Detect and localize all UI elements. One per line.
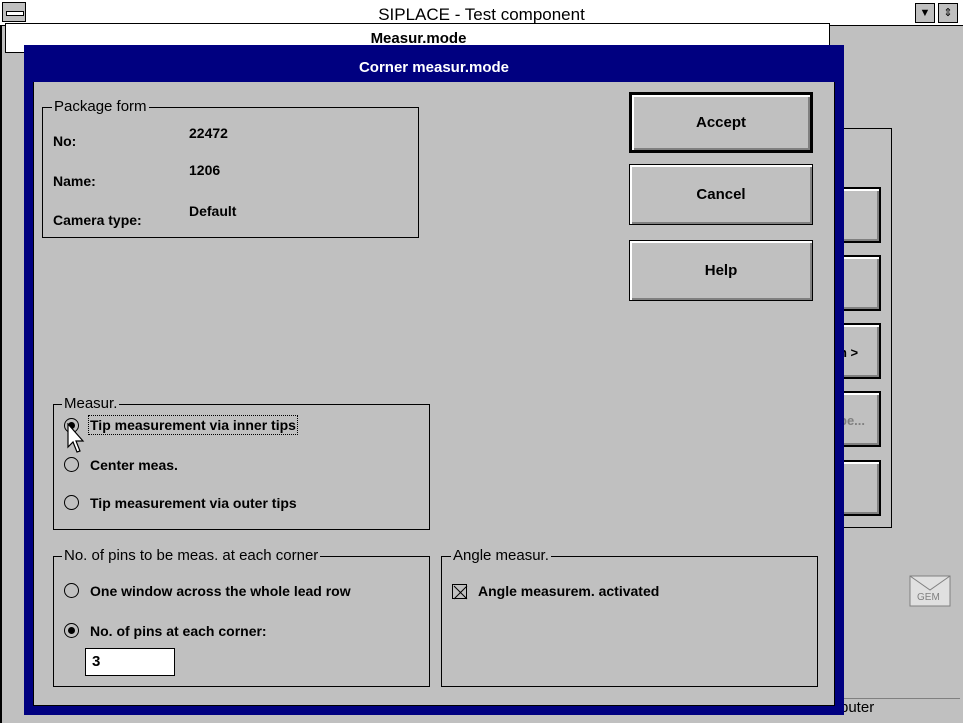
pins-count-input[interactable]: 3	[85, 648, 175, 676]
accept-button[interactable]: Accept	[629, 92, 813, 153]
angle-checkbox-label[interactable]: Angle measurem. activated	[478, 583, 659, 599]
camera-type-value: Default	[189, 203, 237, 219]
mail-icon-label: GEM	[917, 592, 940, 603]
no-label: No:	[53, 133, 77, 149]
name-label: Name:	[53, 173, 96, 189]
pins-per-corner-label[interactable]: No. of pins at each corner:	[90, 623, 267, 639]
name-value: 1206	[189, 162, 221, 178]
system-menu-icon[interactable]	[2, 2, 26, 22]
camera-type-label: Camera type:	[53, 212, 142, 228]
help-button[interactable]: Help	[629, 240, 813, 301]
restore-arrows-icon[interactable]: ⇕	[938, 3, 958, 23]
outer-tips-label[interactable]: Tip measurement via outer tips	[90, 495, 297, 511]
inner-tips-label[interactable]: Tip measurement via inner tips	[88, 415, 298, 435]
center-meas-label[interactable]: Center meas.	[90, 457, 178, 473]
outer-tips-radio[interactable]	[64, 495, 79, 510]
one-window-radio[interactable]	[64, 583, 79, 598]
pins-per-corner-radio[interactable]	[64, 623, 79, 638]
dialog-title: Corner measur.mode	[358, 59, 510, 76]
mail-icon[interactable]: GEM	[908, 568, 952, 608]
status-text: puter	[840, 698, 960, 718]
minimize-arrow-icon[interactable]: ▼	[915, 3, 935, 23]
mouse-cursor-icon	[67, 422, 87, 455]
cancel-button[interactable]: Cancel	[629, 164, 813, 225]
no-value: 22472	[189, 125, 228, 141]
angle-label: Angle measur.	[451, 547, 551, 564]
angle-group	[441, 556, 818, 687]
center-meas-radio[interactable]	[64, 457, 79, 472]
package-form-label: Package form	[52, 98, 149, 115]
angle-checkbox[interactable]	[452, 584, 468, 600]
measur-label: Measur.	[62, 395, 120, 412]
pins-label: No. of pins to be meas. at each corner	[62, 547, 321, 564]
one-window-label[interactable]: One window across the whole lead row	[90, 583, 351, 599]
